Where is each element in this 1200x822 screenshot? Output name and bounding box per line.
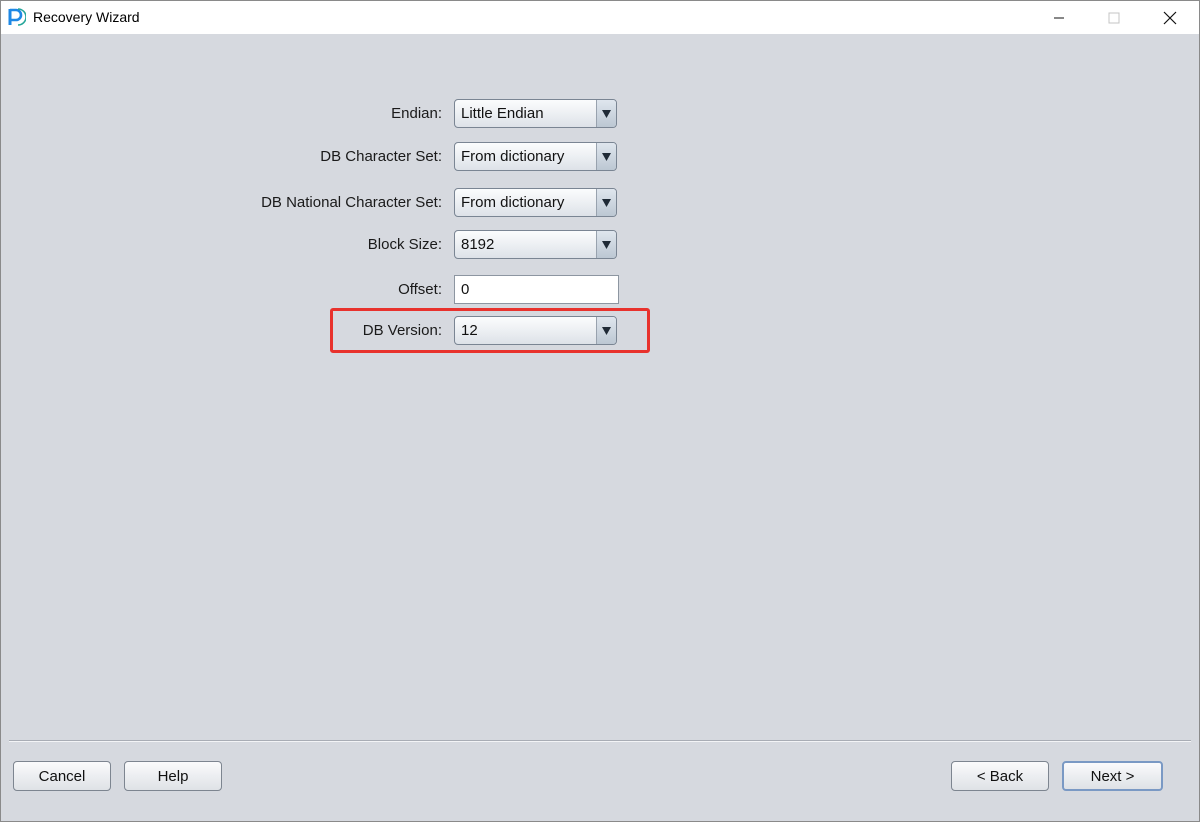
maximize-button[interactable] — [1091, 1, 1137, 34]
window-title: Recovery Wizard — [33, 9, 140, 25]
db-character-set-select[interactable]: From dictionary — [454, 142, 617, 171]
chevron-down-icon[interactable] — [596, 100, 616, 127]
cancel-button[interactable]: Cancel — [13, 761, 111, 791]
maximize-icon — [1108, 12, 1120, 24]
block-size-label: Block Size: — [367, 236, 442, 253]
close-button[interactable] — [1147, 1, 1193, 34]
db-character-set-label: DB Character Set: — [320, 148, 442, 165]
footer-separator — [9, 740, 1191, 742]
next-button[interactable]: Next > — [1062, 761, 1163, 791]
offset-label: Offset: — [398, 281, 442, 298]
chevron-down-icon[interactable] — [596, 231, 616, 258]
db-national-character-set-value: From dictionary — [461, 194, 565, 211]
block-size-select[interactable]: 8192 — [454, 230, 617, 259]
p-logo-icon — [6, 7, 27, 27]
chevron-down-icon[interactable] — [596, 143, 616, 170]
back-button[interactable]: < Back — [951, 761, 1049, 791]
help-button[interactable]: Help — [124, 761, 222, 791]
chevron-down-icon[interactable] — [596, 317, 616, 344]
minimize-button[interactable] — [1036, 1, 1082, 34]
db-national-character-set-label: DB National Character Set: — [261, 194, 442, 211]
endian-label: Endian: — [391, 105, 442, 122]
endian-value: Little Endian — [461, 105, 544, 122]
db-version-value: 12 — [461, 322, 478, 339]
block-size-value: 8192 — [461, 236, 495, 253]
db-character-set-value: From dictionary — [461, 148, 565, 165]
close-icon — [1163, 11, 1177, 25]
endian-select[interactable]: Little Endian — [454, 99, 617, 128]
db-version-label: DB Version: — [362, 322, 442, 339]
db-version-select[interactable]: 12 — [454, 316, 617, 345]
minimize-icon — [1053, 12, 1065, 24]
title-bar[interactable]: Recovery Wizard — [1, 1, 1199, 34]
offset-input[interactable] — [454, 275, 619, 304]
recovery-wizard-window: Recovery Wizard Endian: Little Endian DB… — [0, 0, 1200, 822]
db-national-character-set-select[interactable]: From dictionary — [454, 188, 617, 217]
chevron-down-icon[interactable] — [596, 189, 616, 216]
